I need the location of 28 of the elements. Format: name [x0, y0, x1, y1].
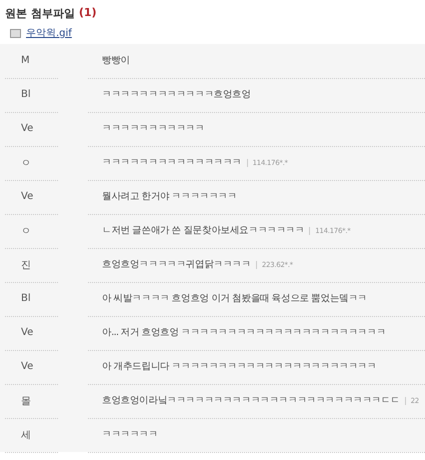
comment-author: Ve [21, 361, 34, 372]
attachment-count: (1) [78, 6, 97, 21]
comment-text: 흐엉흐엉ㅋㅋㅋㅋㅋ귀엽닭ㅋㅋㅋㅋ [102, 258, 251, 271]
comment-author: ㅇ [21, 224, 31, 238]
comment-text: 아 씨발ㅋㅋㅋㅋ 흐엉흐엉 이거 첨봤을때 육성으로 뿜었는뎈ㅋㅋ [102, 292, 368, 305]
comment-author: M [21, 55, 30, 66]
file-link[interactable]: 우악윅.gif [26, 26, 72, 40]
comment-author: 몰 [21, 394, 31, 408]
comment-text: 아 개추드립니다 ㅋㅋㅋㅋㅋㅋㅋㅋㅋㅋㅋㅋㅋㅋㅋㅋㅋㅋㅋㅋㅋㅋ [102, 360, 376, 373]
comment-text: ㅋㅋㅋㅋㅋㅋㅋㅋㅋㅋㅋ [102, 122, 204, 135]
comment-author: Ve [21, 123, 34, 134]
comment-text: 뭘사려고 한거야 ㅋㅋㅋㅋㅋㅋㅋ [102, 190, 237, 203]
comment-text: 아... 저거 흐엉흐엉 ㅋㅋㅋㅋㅋㅋㅋㅋㅋㅋㅋㅋㅋㅋㅋㅋㅋㅋㅋㅋㅋㅋ [102, 326, 386, 339]
comment-author: 진 [21, 258, 31, 272]
image-file-icon [10, 28, 21, 38]
comment-text: 빵빵이 [102, 54, 130, 67]
comment-text: ㅋㅋㅋㅋㅋㅋㅋㅋㅋㅋㅋㅋ흐엉흐엉 [102, 88, 251, 101]
comment-text: ㄴ저번 글쓴애가 쓴 질문찾아보세요ㅋㅋㅋㅋㅋㅋ [102, 224, 304, 237]
comment-text: ㅋㅋㅋㅋㅋㅋ [102, 428, 158, 441]
comment-author: ㅇ [21, 156, 31, 170]
section-title: 원본 첨부파일 [5, 6, 75, 21]
comment-author: 세 [21, 428, 31, 442]
comment-author: Ve [21, 327, 34, 338]
comment-author: Ve [21, 191, 34, 202]
comment-author: Bl [21, 293, 31, 304]
comment-text: 흐엉흐엉이라닠ㅋㅋㅋㅋㅋㅋㅋㅋㅋㅋㅋㅋㅋㅋㅋㅋㅋㅋㅋㅋㅋㅋㅋㄷㄷ [102, 394, 400, 407]
comment-author: Bl [21, 89, 31, 100]
comment-text: ㅋㅋㅋㅋㅋㅋㅋㅋㅋㅋㅋㅋㅋㅋㅋ [102, 156, 242, 169]
